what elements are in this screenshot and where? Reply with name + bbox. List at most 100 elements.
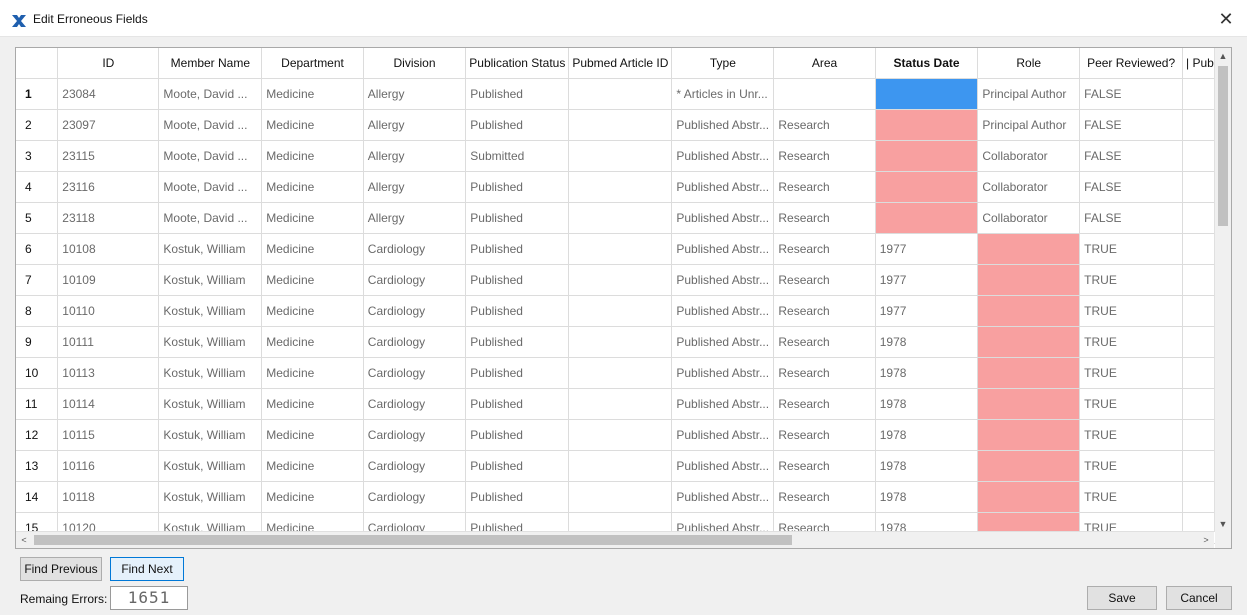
- division-cell[interactable]: Allergy: [363, 171, 467, 203]
- member-name-cell[interactable]: Moote, David ...: [158, 202, 263, 234]
- peer-reviewed-cell[interactable]: TRUE: [1079, 264, 1184, 296]
- division-cell[interactable]: Cardiology: [363, 264, 467, 296]
- peer-reviewed-cell[interactable]: TRUE: [1079, 388, 1184, 420]
- peer-reviewed-cell[interactable]: TRUE: [1079, 233, 1184, 265]
- role-cell[interactable]: [977, 326, 1081, 358]
- department-cell[interactable]: Medicine: [261, 109, 364, 141]
- id-cell[interactable]: 23115: [57, 140, 160, 172]
- publication-status-cell[interactable]: Published: [465, 171, 570, 203]
- division-cell[interactable]: Cardiology: [363, 295, 467, 327]
- vertical-scroll-thumb[interactable]: [1218, 66, 1228, 226]
- pubmed-id-cell[interactable]: [568, 388, 673, 420]
- role-cell[interactable]: [977, 233, 1081, 265]
- role-cell[interactable]: Principal Author: [977, 78, 1081, 110]
- member-name-cell[interactable]: Kostuk, William: [158, 357, 263, 389]
- publication-status-cell[interactable]: Published: [465, 481, 570, 513]
- peer-reviewed-cell[interactable]: TRUE: [1079, 326, 1184, 358]
- peer-reviewed-cell[interactable]: FALSE: [1079, 171, 1184, 203]
- errors-grid[interactable]: ID Member Name Department Division Publicati…: [15, 47, 1232, 549]
- id-cell[interactable]: 10110: [57, 295, 160, 327]
- table-row[interactable]: 1 23084 Moote, David ... Medicine Allergy Pub…: [16, 78, 1231, 110]
- department-cell[interactable]: Medicine: [261, 357, 364, 389]
- publication-status-cell[interactable]: Published: [465, 78, 570, 110]
- type-cell[interactable]: Published Abstr...: [671, 450, 775, 482]
- status-date-cell[interactable]: 1978: [875, 481, 979, 513]
- publication-status-cell[interactable]: Published: [465, 357, 570, 389]
- vertical-scrollbar[interactable]: ▲ ▼: [1214, 48, 1231, 532]
- type-cell[interactable]: Published Abstr...: [671, 264, 775, 296]
- id-cell[interactable]: 10114: [57, 388, 160, 420]
- pubmed-id-cell[interactable]: [568, 419, 673, 451]
- area-cell[interactable]: Research: [773, 109, 876, 141]
- type-cell[interactable]: * Articles in Unr...: [671, 78, 775, 110]
- area-cell[interactable]: Research: [773, 140, 876, 172]
- pubmed-id-cell[interactable]: [568, 481, 673, 513]
- status-date-cell[interactable]: 1977: [875, 233, 979, 265]
- publication-status-cell[interactable]: Published: [465, 109, 570, 141]
- scroll-up-icon[interactable]: ▲: [1215, 48, 1231, 64]
- peer-reviewed-cell[interactable]: TRUE: [1079, 481, 1184, 513]
- publication-status-cell[interactable]: Published: [465, 264, 570, 296]
- id-cell[interactable]: 10113: [57, 357, 160, 389]
- table-row[interactable]: 8 10110 Kostuk, William Medicine Cardiology P…: [16, 295, 1231, 327]
- status-date-cell[interactable]: 1977: [875, 264, 979, 296]
- area-cell[interactable]: Research: [773, 388, 876, 420]
- division-cell[interactable]: Cardiology: [363, 419, 467, 451]
- pubmed-id-cell[interactable]: [568, 357, 673, 389]
- type-cell[interactable]: Published Abstr...: [671, 140, 775, 172]
- member-name-cell[interactable]: Kostuk, William: [158, 450, 263, 482]
- scroll-left-icon[interactable]: <: [16, 532, 32, 548]
- status-date-cell[interactable]: [875, 109, 979, 141]
- id-cell[interactable]: 23116: [57, 171, 160, 203]
- member-name-cell[interactable]: Moote, David ...: [158, 78, 263, 110]
- member-name-cell[interactable]: Moote, David ...: [158, 140, 263, 172]
- peer-reviewed-cell[interactable]: TRUE: [1079, 357, 1184, 389]
- department-cell[interactable]: Medicine: [261, 233, 364, 265]
- pubmed-id-cell[interactable]: [568, 264, 673, 296]
- pubmed-id-cell[interactable]: [568, 78, 673, 110]
- role-cell[interactable]: [977, 357, 1081, 389]
- division-cell[interactable]: Cardiology: [363, 357, 467, 389]
- type-cell[interactable]: Published Abstr...: [671, 171, 775, 203]
- area-cell[interactable]: Research: [773, 264, 876, 296]
- type-cell[interactable]: Published Abstr...: [671, 202, 775, 234]
- role-cell[interactable]: [977, 295, 1081, 327]
- type-cell[interactable]: Published Abstr...: [671, 109, 775, 141]
- peer-reviewed-cell[interactable]: FALSE: [1079, 109, 1184, 141]
- pubmed-id-cell[interactable]: [568, 202, 673, 234]
- cancel-button[interactable]: Cancel: [1166, 586, 1232, 610]
- status-date-cell[interactable]: 1978: [875, 450, 979, 482]
- status-date-cell[interactable]: [875, 140, 979, 172]
- pubmed-id-cell[interactable]: [568, 295, 673, 327]
- role-cell[interactable]: [977, 481, 1081, 513]
- table-row[interactable]: 10 10113 Kostuk, William Medicine Cardiology…: [16, 357, 1231, 389]
- status-date-cell[interactable]: [875, 171, 979, 203]
- publication-status-cell[interactable]: Submitted: [465, 140, 570, 172]
- type-cell[interactable]: Published Abstr...: [671, 419, 775, 451]
- division-cell[interactable]: Cardiology: [363, 450, 467, 482]
- area-cell[interactable]: Research: [773, 171, 876, 203]
- division-cell[interactable]: Cardiology: [363, 481, 467, 513]
- publication-status-cell[interactable]: Published: [465, 233, 570, 265]
- member-name-cell[interactable]: Kostuk, William: [158, 326, 263, 358]
- division-cell[interactable]: Allergy: [363, 202, 467, 234]
- department-cell[interactable]: Medicine: [261, 419, 364, 451]
- column-header-division[interactable]: Division: [363, 48, 467, 79]
- table-row[interactable]: 9 10111 Kostuk, William Medicine Cardiology P…: [16, 326, 1231, 358]
- area-cell[interactable]: Research: [773, 450, 876, 482]
- division-cell[interactable]: Allergy: [363, 140, 467, 172]
- department-cell[interactable]: Medicine: [261, 264, 364, 296]
- type-cell[interactable]: Published Abstr...: [671, 357, 775, 389]
- id-cell[interactable]: 23118: [57, 202, 160, 234]
- pubmed-id-cell[interactable]: [568, 109, 673, 141]
- table-row[interactable]: 11 10114 Kostuk, William Medicine Cardiology…: [16, 388, 1231, 420]
- area-cell[interactable]: [773, 78, 876, 110]
- publication-status-cell[interactable]: Published: [465, 295, 570, 327]
- type-cell[interactable]: Published Abstr...: [671, 295, 775, 327]
- status-date-cell[interactable]: 1978: [875, 388, 979, 420]
- publication-status-cell[interactable]: Published: [465, 450, 570, 482]
- publication-status-cell[interactable]: Published: [465, 326, 570, 358]
- find-previous-button[interactable]: Find Previous: [20, 557, 102, 581]
- department-cell[interactable]: Medicine: [261, 326, 364, 358]
- area-cell[interactable]: Research: [773, 326, 876, 358]
